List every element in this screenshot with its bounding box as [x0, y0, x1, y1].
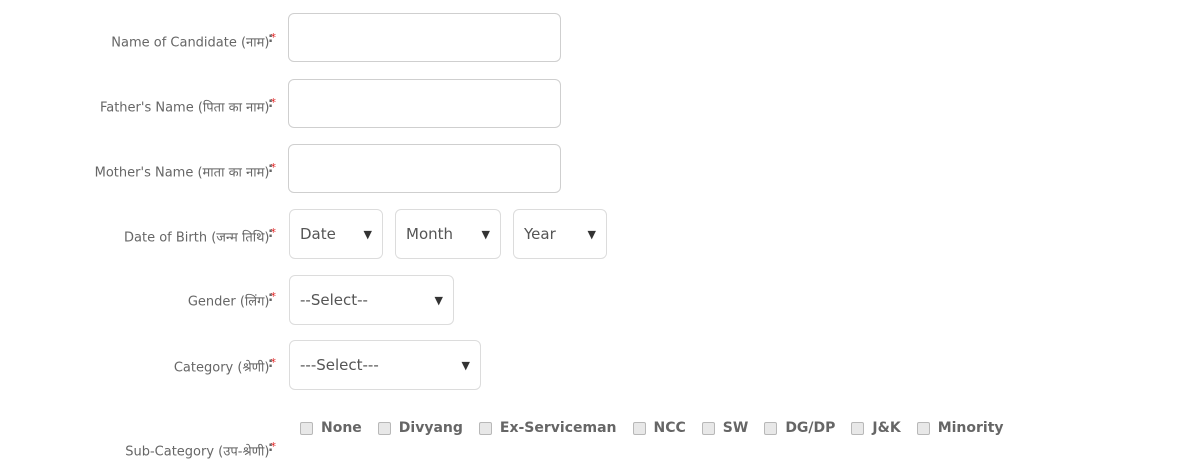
checkbox-icon[interactable] [300, 421, 313, 435]
dob-year-select[interactable]: Year ▼ [513, 209, 607, 259]
checkbox-icon[interactable] [632, 421, 646, 435]
dob-date-select[interactable]: Date ▼ [289, 209, 383, 259]
colon: : [268, 96, 274, 111]
caret-down-icon: ▼ [481, 227, 490, 241]
caret-down-icon: ▼ [434, 293, 443, 307]
colon: : [268, 226, 274, 241]
father-name-label: Father's Name (पिता का नाम)* [99, 96, 276, 116]
mother-name-input[interactable] [288, 144, 561, 193]
checkbox-icon[interactable] [851, 421, 865, 435]
subcategory-option-ex-serviceman[interactable]: Ex-Serviceman [478, 420, 617, 436]
subcategory-option-sw[interactable]: SW [701, 420, 748, 436]
subcategory-option-ncc[interactable]: NCC [632, 420, 686, 436]
mother-name-label: Mother's Name (माता का नाम)* [94, 161, 276, 181]
subcategory-options: None Divyang Ex-Serviceman NCC SW DG/DP … [300, 420, 1004, 436]
checkbox-icon[interactable] [478, 421, 492, 435]
caret-down-icon: ▼ [587, 227, 596, 241]
dob-label: Date of Birth (जन्म तिथि)* [124, 226, 276, 246]
colon: : [268, 161, 274, 176]
category-select[interactable]: ---Select--- ▼ [289, 340, 481, 390]
colon: : [268, 31, 274, 46]
subcategory-option-none[interactable]: None [300, 420, 362, 436]
subcategory-label: Sub-Category (उप-श्रेणी)* [125, 440, 276, 460]
subcategory-option-divyang[interactable]: Divyang [377, 420, 463, 436]
checkbox-icon[interactable] [701, 421, 715, 435]
checkbox-icon[interactable] [764, 421, 778, 435]
subcategory-option-jk[interactable]: J&K [851, 420, 901, 436]
colon: : [268, 290, 274, 305]
colon: : [268, 356, 274, 371]
caret-down-icon: ▼ [461, 358, 470, 372]
name-input[interactable] [288, 13, 561, 62]
gender-label: Gender (लिंग)* [187, 290, 276, 310]
caret-down-icon: ▼ [363, 227, 372, 241]
subcategory-option-dgdp[interactable]: DG/DP [764, 420, 835, 436]
colon: : [268, 440, 274, 455]
category-label: Category (श्रेणी)* [173, 356, 276, 376]
checkbox-icon[interactable] [916, 421, 930, 435]
name-label: Name of Candidate (नाम)* [111, 31, 276, 51]
gender-select[interactable]: --Select-- ▼ [289, 275, 454, 325]
dob-month-select[interactable]: Month ▼ [395, 209, 501, 259]
checkbox-icon[interactable] [377, 421, 391, 435]
father-name-input[interactable] [288, 79, 561, 128]
subcategory-option-minority[interactable]: Minority [916, 420, 1004, 436]
